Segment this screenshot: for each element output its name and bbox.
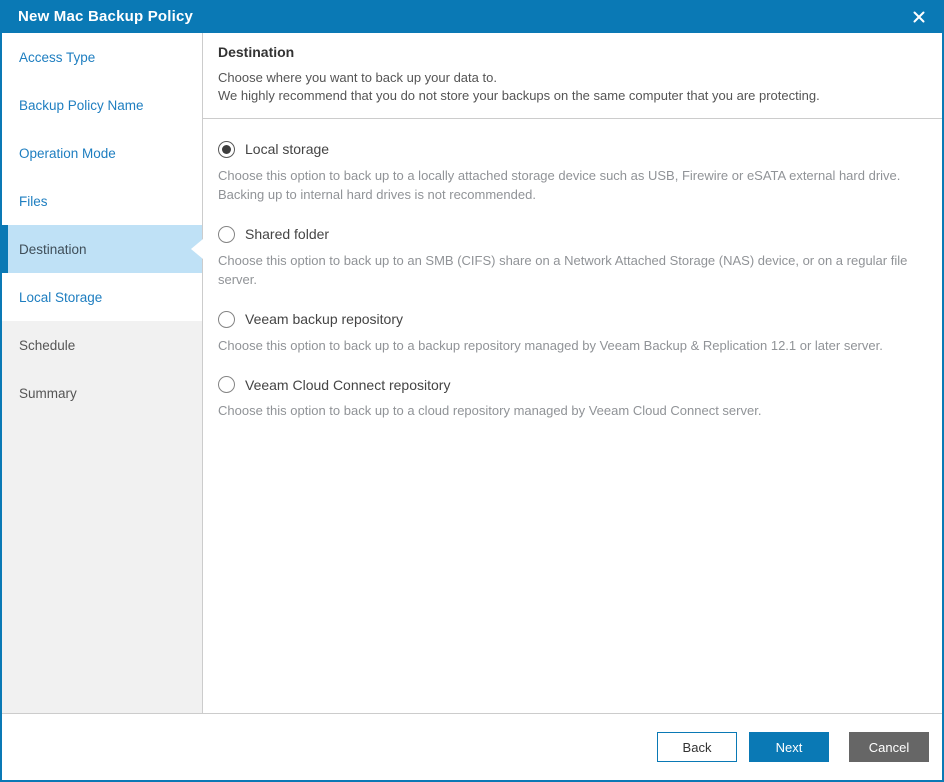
radio-veeam-cloud-connect-repository[interactable] <box>218 376 235 394</box>
option-label: Shared folder <box>245 226 330 243</box>
option-label: Veeam Cloud Connect repository <box>245 376 451 393</box>
option-description: Choose this option to back up to a cloud… <box>218 403 762 419</box>
wizard-body: Access Type Backup Policy Name Operation… <box>2 33 942 713</box>
option-local-storage: Local storage Choose this option to back… <box>218 140 924 205</box>
cancel-button[interactable]: Cancel <box>849 732 929 762</box>
window-title: New Mac Backup Policy <box>18 8 194 25</box>
radio-veeam-backup-repository[interactable] <box>218 310 235 328</box>
option-description: Choose this option to back up to an SMB … <box>218 252 908 288</box>
sidebar-item-label: Files <box>19 193 48 209</box>
wizard-window: New Mac Backup Policy Access Type Backup… <box>0 0 944 782</box>
page-title: Destination <box>218 44 295 60</box>
header-description-line1: Choose where you want to back up your da… <box>218 70 497 85</box>
destination-options: Local storage Choose this option to back… <box>203 119 942 713</box>
step-content: Destination Choose where you want to bac… <box>203 33 942 713</box>
title-bar: New Mac Backup Policy <box>2 0 942 33</box>
option-row-veeam-cloud-connect-repository[interactable]: Veeam Cloud Connect repository <box>218 376 924 394</box>
sidebar-item-label: Access Type <box>19 49 96 65</box>
option-shared-folder: Shared folder Choose this option to back… <box>218 225 924 290</box>
footer-bar: Back Next Cancel <box>2 713 942 780</box>
option-description: Choose this option to back up to a local… <box>218 167 901 203</box>
header-description-line2: We highly recommend that you do not stor… <box>218 87 820 103</box>
sidebar-item-destination[interactable]: Destination <box>2 225 203 273</box>
sidebar-item-label: Schedule <box>19 337 76 353</box>
option-row-shared-folder[interactable]: Shared folder <box>218 225 924 243</box>
sidebar-item-summary: Summary <box>2 369 202 417</box>
step-header: Destination Choose where you want to bac… <box>203 33 942 119</box>
option-label: Veeam backup repository <box>245 311 403 328</box>
sidebar-item-operation-mode[interactable]: Operation Mode <box>2 129 202 177</box>
sidebar-item-local-storage[interactable]: Local Storage <box>2 273 202 321</box>
option-veeam-backup-repository: Veeam backup repository Choose this opti… <box>218 310 924 356</box>
next-button[interactable]: Next <box>749 732 829 762</box>
sidebar-item-schedule: Schedule <box>2 321 202 369</box>
sidebar-item-label: Local Storage <box>19 289 103 305</box>
sidebar-item-label: Operation Mode <box>19 145 116 161</box>
sidebar-item-label: Destination <box>19 241 87 257</box>
sidebar-item-label: Summary <box>19 385 77 401</box>
back-button[interactable]: Back <box>657 732 737 762</box>
option-label: Local storage <box>245 141 330 158</box>
option-veeam-cloud-connect-repository: Veeam Cloud Connect repository Choose th… <box>218 376 924 421</box>
sidebar-item-backup-policy-name[interactable]: Backup Policy Name <box>2 81 202 129</box>
sidebar-item-files[interactable]: Files <box>2 177 202 225</box>
option-description: Choose this option to back up to a backu… <box>218 337 883 353</box>
radio-local-storage[interactable] <box>218 140 235 158</box>
option-row-local-storage[interactable]: Local storage <box>218 140 924 158</box>
radio-shared-folder[interactable] <box>218 225 235 243</box>
sidebar-item-access-type[interactable]: Access Type <box>2 33 202 81</box>
wizard-steps: Access Type Backup Policy Name Operation… <box>2 33 203 713</box>
sidebar-item-label: Backup Policy Name <box>19 97 144 113</box>
close-icon[interactable] <box>908 6 930 28</box>
option-row-veeam-backup-repository[interactable]: Veeam backup repository <box>218 310 924 328</box>
